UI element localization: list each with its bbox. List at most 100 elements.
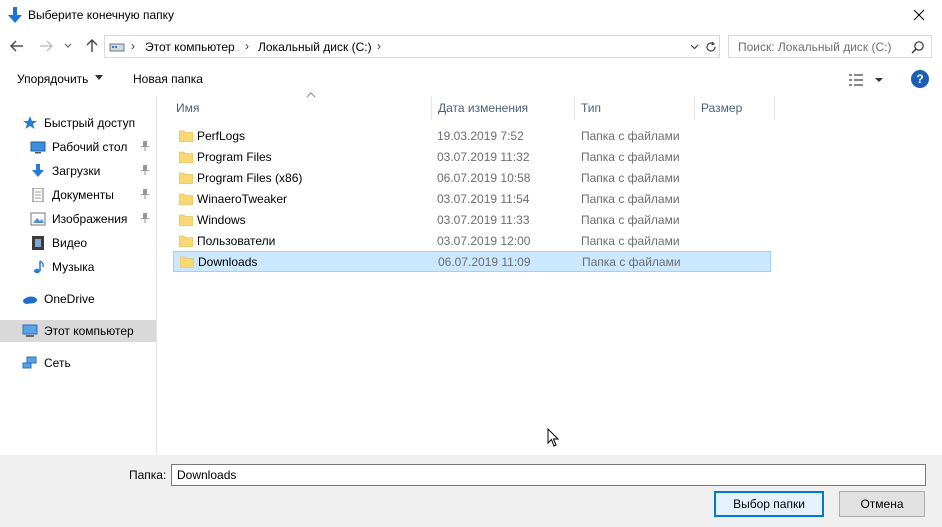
address-dropdown-button[interactable] [687, 39, 701, 55]
column-header-size[interactable]: Размер [695, 96, 775, 120]
sidebar-item-label: Загрузки [52, 164, 101, 178]
sidebar-item-label: Этот компьютер [44, 324, 134, 338]
sidebar-item-video[interactable]: Видео [0, 232, 156, 254]
view-list-icon [849, 74, 883, 86]
documents-icon [32, 188, 44, 202]
music-icon [34, 260, 44, 274]
file-date: 06.07.2019 10:58 [437, 171, 531, 185]
forward-button[interactable] [36, 36, 56, 56]
sidebar-item-label: Изображения [52, 212, 128, 226]
column-header-label: Тип [581, 101, 602, 115]
star-icon [23, 116, 37, 129]
table-row[interactable]: PerfLogs 19.03.2019 7:52 Папка с файлами [173, 126, 771, 147]
cancel-button[interactable]: Отмена [839, 491, 925, 517]
sidebar-item-label: Рабочий стол [52, 140, 128, 154]
caret-down-icon [95, 75, 103, 80]
table-row[interactable]: Program Files (x86) 06.07.2019 10:58 Пап… [173, 168, 771, 189]
breadcrumb-separator: › [131, 39, 135, 53]
chevron-down-icon [64, 43, 72, 48]
folder-icon [179, 193, 193, 205]
search-input[interactable]: Поиск: Локальный диск (C:) [728, 35, 932, 58]
file-name: Program Files [197, 150, 272, 164]
folder-name-input[interactable] [171, 464, 926, 486]
column-header-type[interactable]: Тип [575, 96, 695, 120]
table-row[interactable]: Downloads 06.07.2019 11:09 Папка с файла… [173, 251, 771, 272]
sidebar-item-quick-access[interactable]: Быстрый доступ [0, 112, 156, 134]
address-row: › Этот компьютер › Локальный диск (C:) ›… [0, 32, 942, 60]
pin-icon [141, 189, 149, 199]
file-date: 03.07.2019 12:00 [437, 234, 531, 248]
column-header-name[interactable]: Имя [170, 92, 432, 120]
command-bar: Упорядочить Новая папка ? [0, 64, 942, 94]
file-type: Папка с файлами [581, 234, 680, 248]
table-row[interactable]: Windows 03.07.2019 11:33 Папка с файлами [173, 210, 771, 231]
table-row[interactable]: Program Files 03.07.2019 11:32 Папка с ф… [173, 147, 771, 168]
pin-icon [141, 213, 149, 223]
folder-icon [179, 214, 193, 226]
breadcrumb-separator: › [245, 39, 249, 53]
computer-icon [22, 324, 38, 337]
close-button[interactable] [896, 0, 942, 30]
column-header-label: Размер [701, 101, 743, 115]
file-name: Windows [197, 213, 246, 227]
recent-locations-button[interactable] [61, 36, 75, 56]
sidebar-item-label: Быстрый доступ [44, 116, 136, 130]
file-date: 03.07.2019 11:33 [437, 213, 530, 227]
back-button[interactable] [7, 36, 27, 56]
refresh-button[interactable] [703, 39, 719, 55]
search-placeholder: Поиск: Локальный диск (C:) [738, 40, 892, 54]
file-type: Папка с файлами [581, 129, 680, 143]
down-arrow-icon [8, 7, 22, 23]
navigation-pane: Быстрый доступ Рабочий стол Загрузки Док… [0, 96, 157, 454]
file-date: 19.03.2019 7:52 [437, 129, 524, 143]
drive-icon [109, 43, 125, 52]
sidebar-item-downloads[interactable]: Загрузки [0, 160, 156, 182]
sidebar-item-network[interactable]: Сеть [0, 352, 156, 374]
breadcrumb-separator: › [377, 39, 381, 53]
title-bar: Выберите конечную папку [0, 0, 942, 30]
mouse-cursor-icon [547, 428, 560, 447]
file-name: Downloads [198, 255, 258, 269]
file-name: PerfLogs [197, 129, 246, 143]
file-date: 03.07.2019 11:32 [437, 150, 530, 164]
sidebar-item-music[interactable]: Музыка [0, 256, 156, 278]
folder-icon [179, 151, 193, 163]
pin-icon [141, 141, 149, 151]
sidebar-item-desktop[interactable]: Рабочий стол [0, 136, 156, 158]
sidebar-item-this-pc[interactable]: Этот компьютер [0, 320, 156, 342]
folder-icon [179, 235, 193, 247]
file-name: Пользователи [197, 234, 276, 248]
organize-button[interactable]: Упорядочить [17, 72, 88, 86]
sidebar-item-pictures[interactable]: Изображения [0, 208, 156, 230]
sidebar-item-documents[interactable]: Документы [0, 184, 156, 206]
forward-arrow-icon [40, 40, 53, 52]
sidebar-item-label: Видео [52, 236, 88, 250]
new-folder-button[interactable]: Новая папка [133, 72, 203, 86]
up-button[interactable] [82, 36, 102, 56]
sidebar-item-onedrive[interactable]: OneDrive [0, 288, 156, 310]
file-type: Папка с файлами [582, 255, 681, 269]
breadcrumb-this-pc[interactable]: Этот компьютер [145, 40, 235, 54]
help-button[interactable]: ? [911, 70, 929, 88]
file-date: 06.07.2019 11:09 [438, 255, 531, 269]
sidebar-item-label: Документы [52, 188, 114, 202]
network-icon [22, 356, 37, 369]
folder-field-label: Папка: [129, 468, 167, 482]
folder-icon [180, 256, 194, 268]
file-name: WinaeroTweaker [197, 192, 288, 206]
select-folder-button[interactable]: Выбор папки [714, 491, 824, 517]
search-icon [911, 41, 924, 54]
table-row[interactable]: WinaeroTweaker 03.07.2019 11:54 Папка с … [173, 189, 771, 210]
address-bar[interactable]: › Этот компьютер › Локальный диск (C:) › [104, 35, 720, 58]
column-header-label: Имя [176, 101, 200, 115]
desktop-icon [30, 141, 46, 154]
back-arrow-icon [10, 40, 23, 52]
video-icon [32, 236, 44, 250]
breadcrumb-local-disk[interactable]: Локальный диск (C:) [258, 40, 372, 54]
file-type: Папка с файлами [581, 192, 680, 206]
view-options-button[interactable] [848, 72, 888, 88]
file-date: 03.07.2019 11:54 [437, 192, 530, 206]
column-header-date[interactable]: Дата изменения [432, 96, 575, 120]
table-row[interactable]: Пользователи 03.07.2019 12:00 Папка с фа… [173, 231, 771, 252]
chevron-down-icon [690, 44, 698, 50]
